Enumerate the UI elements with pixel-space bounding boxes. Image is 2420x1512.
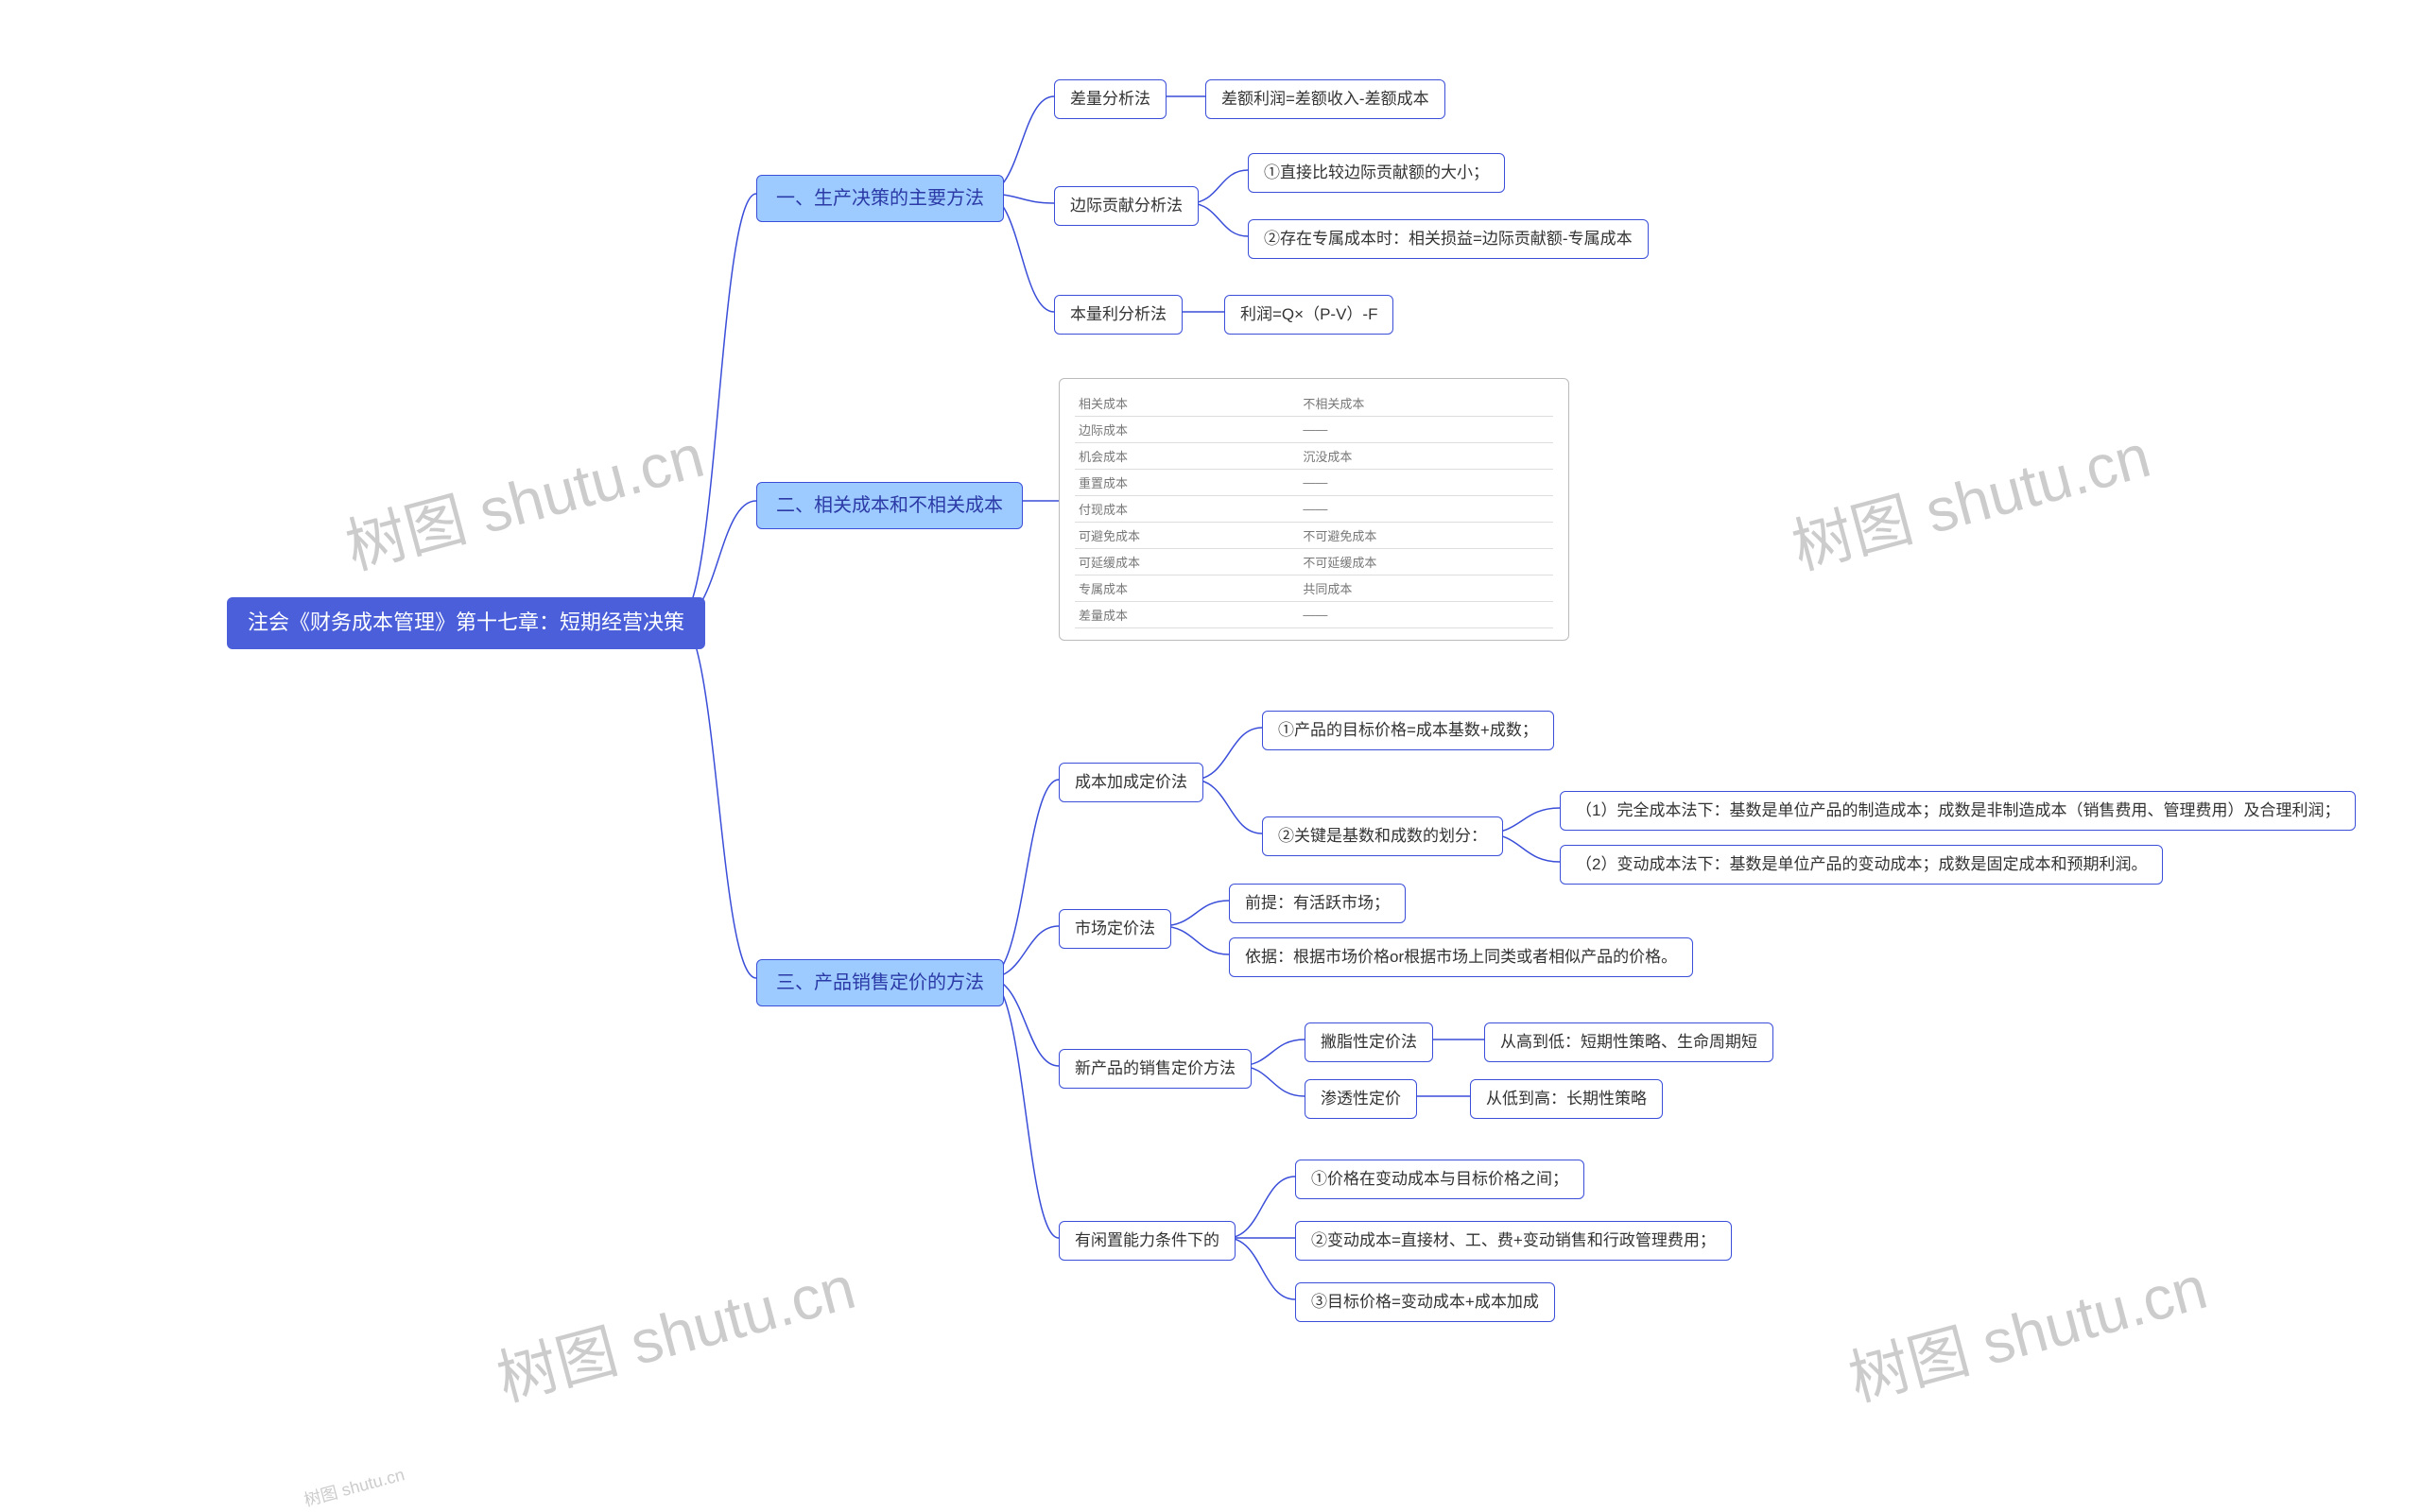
- mindmap-canvas: 树图 shutu.cn 树图 shutu.cn 树图 shutu.cn 树图 s…: [0, 0, 2420, 1503]
- table-cell: 不可延缓成本: [1299, 549, 1553, 576]
- branch3-d1[interactable]: ①价格在变动成本与目标价格之间；: [1295, 1160, 1584, 1199]
- branch3-b1[interactable]: 前提：有活跃市场；: [1229, 884, 1406, 923]
- branch3-c1[interactable]: 撇脂性定价法: [1305, 1022, 1433, 1062]
- table-cell: 机会成本: [1075, 443, 1299, 470]
- table-cell: 可延缓成本: [1075, 549, 1299, 576]
- branch1-a[interactable]: 差量分析法: [1054, 79, 1167, 119]
- table-cell: 共同成本: [1299, 576, 1553, 602]
- branch1-c[interactable]: 本量利分析法: [1054, 295, 1183, 335]
- table-cell: 不可避免成本: [1299, 523, 1553, 549]
- branch1-c1[interactable]: 利润=Q×（P-V）-F: [1224, 295, 1393, 335]
- table-row: 付现成本——: [1075, 496, 1553, 523]
- branch3-b2[interactable]: 依据：根据市场价格or根据市场上同类或者相似产品的价格。: [1229, 937, 1693, 977]
- mindmap-root[interactable]: 注会《财务成本管理》第十七章：短期经营决策: [227, 597, 705, 649]
- table-cell: 沉没成本: [1299, 443, 1553, 470]
- table-cell: ——: [1299, 602, 1553, 628]
- table-cell: 重置成本: [1075, 470, 1299, 496]
- branch2-title[interactable]: 二、相关成本和不相关成本: [756, 482, 1023, 529]
- table-row: 专属成本共同成本: [1075, 576, 1553, 602]
- table-cell: 不相关成本: [1299, 390, 1553, 417]
- table-cell: 边际成本: [1075, 417, 1299, 443]
- table-cell: ——: [1299, 417, 1553, 443]
- branch3-d[interactable]: 有闲置能力条件下的: [1059, 1221, 1236, 1261]
- branch3-b[interactable]: 市场定价法: [1059, 909, 1171, 949]
- branch1-b1[interactable]: ①直接比较边际贡献额的大小；: [1248, 153, 1505, 193]
- branch3-d2[interactable]: ②变动成本=直接材、工、费+变动销售和行政管理费用；: [1295, 1221, 1732, 1261]
- branch1-a1[interactable]: 差额利润=差额收入-差额成本: [1205, 79, 1445, 119]
- connectors: [0, 0, 2420, 1503]
- branch3-a2-2[interactable]: （2）变动成本法下：基数是单位产品的变动成本；成数是固定成本和预期利润。: [1560, 845, 2163, 885]
- table-cell: 相关成本: [1075, 390, 1299, 417]
- branch1-title[interactable]: 一、生产决策的主要方法: [756, 175, 1004, 222]
- table-cell: 付现成本: [1075, 496, 1299, 523]
- table-row: 差量成本——: [1075, 602, 1553, 628]
- branch3-a2-1[interactable]: （1）完全成本法下：基数是单位产品的制造成本；成数是非制造成本（销售费用、管理费…: [1560, 791, 2356, 831]
- watermark: 树图 shutu.cn: [1782, 407, 2158, 586]
- branch3-c2-1[interactable]: 从低到高：长期性策略: [1470, 1079, 1663, 1119]
- table-row: 可避免成本不可避免成本: [1075, 523, 1553, 549]
- table-cell: ——: [1299, 470, 1553, 496]
- table-row: 机会成本沉没成本: [1075, 443, 1553, 470]
- table-cell: 专属成本: [1075, 576, 1299, 602]
- branch1-b[interactable]: 边际贡献分析法: [1054, 186, 1199, 226]
- table-row: 可延缓成本不可延缓成本: [1075, 549, 1553, 576]
- branch1-b2[interactable]: ②存在专属成本时：相关损益=边际贡献额-专属成本: [1248, 219, 1649, 259]
- table-cell: ——: [1299, 496, 1553, 523]
- watermark: 树图 shutu.cn: [1839, 1239, 2215, 1418]
- branch3-c1-1[interactable]: 从高到低：短期性策略、生命周期短: [1484, 1022, 1773, 1062]
- branch3-a2[interactable]: ②关键是基数和成数的划分：: [1262, 816, 1503, 856]
- branch3-d3[interactable]: ③目标价格=变动成本+成本加成: [1295, 1282, 1555, 1322]
- table-cell: 差量成本: [1075, 602, 1299, 628]
- branch3-a1[interactable]: ①产品的目标价格=成本基数+成数；: [1262, 711, 1554, 750]
- branch3-c[interactable]: 新产品的销售定价方法: [1059, 1049, 1252, 1089]
- branch3-a[interactable]: 成本加成定价法: [1059, 763, 1203, 802]
- table-row: 重置成本——: [1075, 470, 1553, 496]
- branch2-table[interactable]: 相关成本不相关成本边际成本——机会成本沉没成本重置成本——付现成本——可避免成本…: [1059, 378, 1569, 641]
- branch3-c2[interactable]: 渗透性定价: [1305, 1079, 1417, 1119]
- table-cell: 可避免成本: [1075, 523, 1299, 549]
- branch3-title[interactable]: 三、产品销售定价的方法: [756, 959, 1004, 1006]
- table-row: 边际成本——: [1075, 417, 1553, 443]
- watermark: 树图 shutu.cn: [487, 1239, 863, 1418]
- watermark: 树图 shutu.cn: [336, 407, 712, 586]
- watermark: 树图 shutu.cn: [301, 1461, 406, 1511]
- table-row: 相关成本不相关成本: [1075, 390, 1553, 417]
